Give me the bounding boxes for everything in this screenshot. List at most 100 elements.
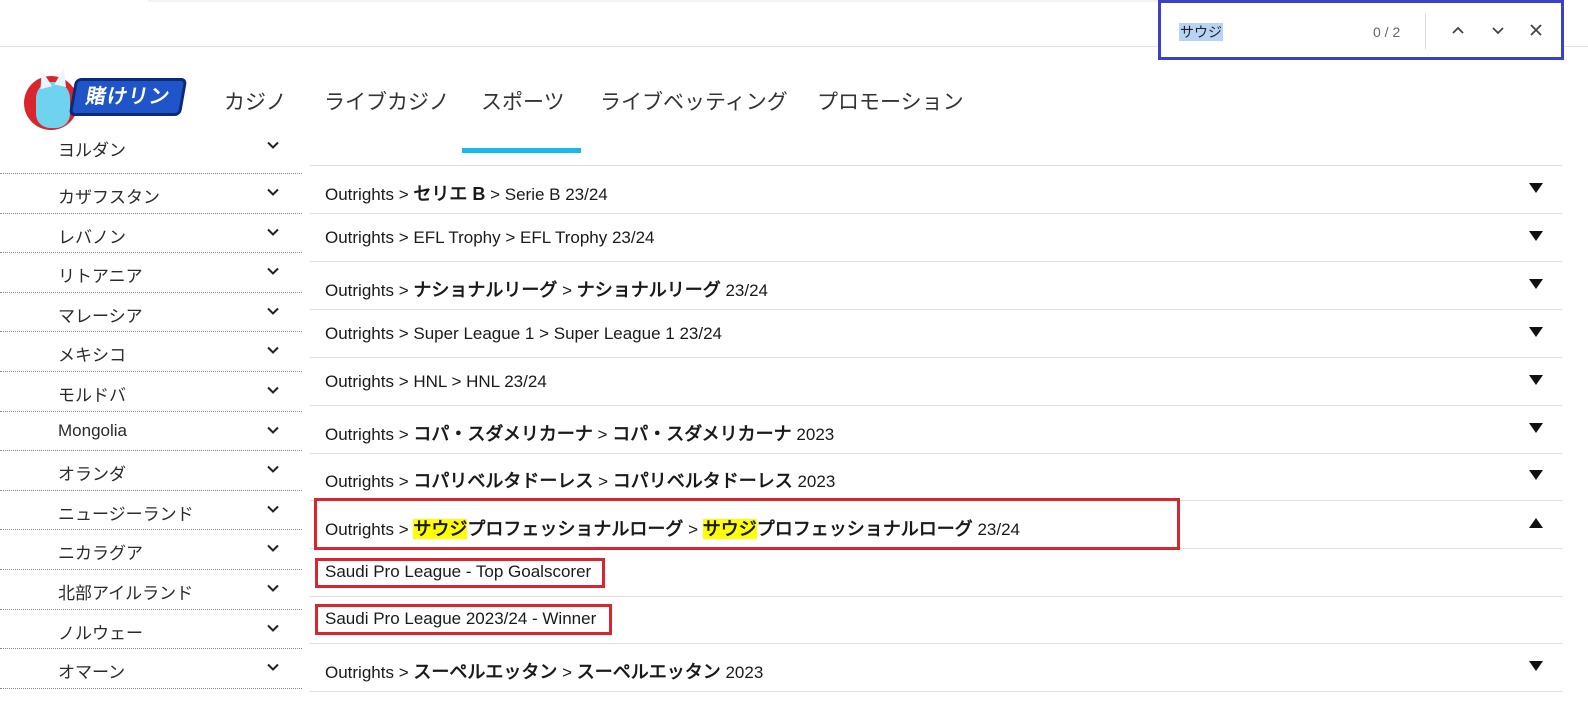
breadcrumb-separator: >: [393, 425, 414, 444]
breadcrumb-separator: >: [534, 324, 554, 343]
outright-prefix: Outrights: [325, 324, 394, 343]
triangle-down-icon[interactable]: [1529, 183, 1543, 193]
breadcrumb-separator: >: [446, 372, 467, 391]
outright-breadcrumb: Outrights > HNL > HNL 23/24: [325, 372, 547, 392]
outright-breadcrumb: Outrights > ナショナルリーグ > ナショナルリーグ 23/24: [325, 276, 768, 302]
season-name: HNL 23/24: [466, 372, 547, 391]
chevron-up-icon: [1452, 26, 1464, 34]
nav-active-indicator: [462, 148, 581, 153]
chevron-down-icon: [266, 383, 280, 397]
breadcrumb-separator: >: [393, 372, 414, 391]
sidebar-item[interactable]: モルドバ: [0, 372, 302, 412]
outright-prefix: Outrights: [325, 185, 394, 204]
sidebar-item[interactable]: オマーン: [0, 649, 302, 689]
sidebar-item[interactable]: 北部アイルランド: [0, 570, 302, 610]
sidebar-item-label: Mongolia: [58, 420, 127, 440]
breadcrumb-separator: >: [683, 520, 703, 539]
market-link[interactable]: Saudi Pro League 2023/24 - Winner: [325, 609, 596, 629]
triangle-down-icon[interactable]: [1529, 470, 1543, 480]
outright-prefix: Outrights: [325, 425, 394, 444]
breadcrumb-separator: >: [393, 281, 414, 300]
outright-row[interactable]: Outrights > ナショナルリーグ > ナショナルリーグ 23/24: [310, 262, 1562, 310]
chevron-down-icon: [267, 505, 279, 513]
sidebar-item[interactable]: メキシコ: [0, 332, 302, 372]
chevron-down-icon: [266, 462, 280, 476]
season-name-rest: プロフェッショナルローグ: [756, 519, 973, 539]
triangle-down-icon[interactable]: [1529, 231, 1543, 241]
outright-row[interactable]: Outrights > Super League 1 > Super Leagu…: [310, 310, 1562, 358]
league-name: EFL Trophy: [413, 228, 501, 247]
outright-breadcrumb: Outrights > コパ・スダメリカーナ > コパ・スダメリカーナ 2023: [325, 420, 834, 446]
nav-item-casino[interactable]: カジノ: [224, 86, 287, 116]
chevron-down-icon: [267, 188, 279, 196]
season-name: Serie B 23/24: [504, 185, 608, 204]
triangle-down-icon[interactable]: [1529, 375, 1543, 385]
nav-item-promotions[interactable]: プロモーション: [817, 86, 964, 116]
breadcrumb-separator: >: [393, 185, 414, 204]
chevron-down-icon: [267, 267, 279, 276]
sidebar-item-label: ニュージーランド: [58, 504, 194, 524]
site-logo[interactable]: 賭けリン: [22, 66, 188, 132]
sidebar-item-label: 北部アイルランド: [58, 584, 194, 603]
sidebar-item[interactable]: ノルウェー: [0, 610, 302, 650]
league-name: コパリベルタドーレス: [413, 471, 594, 491]
sidebar-item-label: カザフスタン: [58, 188, 160, 207]
search-highlight: サウジ: [702, 519, 757, 539]
league-name-rest: プロフェッショナルローグ: [467, 519, 684, 539]
outright-prefix: Outrights: [325, 228, 394, 247]
season-name: コパリベルタドーレス: [612, 471, 793, 491]
outright-row-expanded[interactable]: Outrights > サウジプロフェッショナルローグ > サウジプロフェッショ…: [310, 501, 1562, 549]
nav-item-sports[interactable]: スポーツ: [481, 86, 565, 116]
sidebar-item-label: レバノン: [58, 227, 126, 247]
sidebar-item[interactable]: ニカラグア: [0, 530, 302, 570]
find-close-button[interactable]: [1523, 17, 1549, 43]
outright-row[interactable]: Outrights > コパリベルタドーレス > コパリベルタドーレス 2023: [310, 453, 1562, 501]
sidebar-item[interactable]: Mongolia: [0, 412, 302, 452]
season-name: スーペルエッタン: [576, 662, 721, 682]
triangle-down-icon[interactable]: [1529, 423, 1543, 433]
sidebar-item[interactable]: ニュージーランド: [0, 491, 302, 531]
breadcrumb-separator: >: [557, 663, 577, 682]
chevron-down-icon: [267, 141, 279, 149]
chevron-down-icon: [266, 140, 280, 152]
outright-prefix: Outrights: [325, 281, 394, 300]
chevron-down-icon: [267, 663, 279, 672]
outright-row[interactable]: Outrights > HNL > HNL 23/24: [310, 358, 1562, 406]
triangle-down-icon[interactable]: [1529, 661, 1543, 671]
outright-row[interactable]: Outrights > スーペルエッタン > スーペルエッタン 2023: [310, 644, 1562, 692]
sidebar-item[interactable]: オランダ: [0, 451, 302, 491]
sidebar-item[interactable]: カザフスタン: [0, 174, 302, 214]
outright-row[interactable]: Outrights > コパ・スダメリカーナ > コパ・スダメリカーナ 2023: [310, 406, 1562, 454]
sidebar-item-label: メキシコ: [58, 346, 126, 366]
season-year: 23/24: [725, 281, 769, 300]
sidebar-item[interactable]: リトアニア: [0, 253, 302, 293]
chevron-down-icon: [266, 343, 280, 357]
outright-prefix: Outrights: [325, 520, 394, 539]
triangle-down-icon[interactable]: [1529, 279, 1543, 289]
sidebar-item[interactable]: レバノン: [0, 214, 302, 254]
sidebar-item-label: リトアニア: [58, 267, 143, 287]
sidebar-item[interactable]: マレーシア: [0, 293, 302, 333]
find-next-button[interactable]: [1485, 17, 1511, 43]
find-previous-button[interactable]: [1445, 17, 1471, 43]
season-year: 2023: [797, 472, 836, 491]
sidebar-item-label: モルドバ: [58, 386, 126, 405]
breadcrumb-separator: >: [592, 425, 613, 444]
season-name: Super League 1 23/24: [553, 324, 722, 343]
logo-wordmark: 賭けリン: [68, 78, 188, 116]
sidebar-item-partial[interactable]: ヨルダン: [0, 140, 302, 174]
triangle-down-icon[interactable]: [1529, 327, 1543, 337]
nav-item-live-casino[interactable]: ライブカジノ: [324, 86, 450, 116]
league-name: コパ・スダメリカーナ: [413, 424, 593, 444]
top-divider: [148, 0, 1158, 2]
market-link[interactable]: Saudi Pro League - Top Goalscorer: [325, 562, 591, 582]
outright-row[interactable]: Outrights > EFL Trophy > EFL Trophy 23/2…: [310, 214, 1562, 262]
nav-item-live-betting[interactable]: ライブベッティング: [600, 86, 788, 116]
chevron-down-icon: [267, 465, 279, 474]
outright-breadcrumb: Outrights > サウジプロフェッショナルローグ > サウジプロフェッショ…: [325, 515, 1020, 541]
outright-row[interactable]: Outrights > セリエ B > Serie B 23/24: [310, 166, 1562, 214]
triangle-up-icon[interactable]: [1529, 518, 1543, 528]
find-query-input[interactable]: サウジ: [1179, 23, 1223, 41]
league-name: スーペルエッタン: [413, 662, 558, 682]
chevron-down-icon: [266, 423, 280, 437]
